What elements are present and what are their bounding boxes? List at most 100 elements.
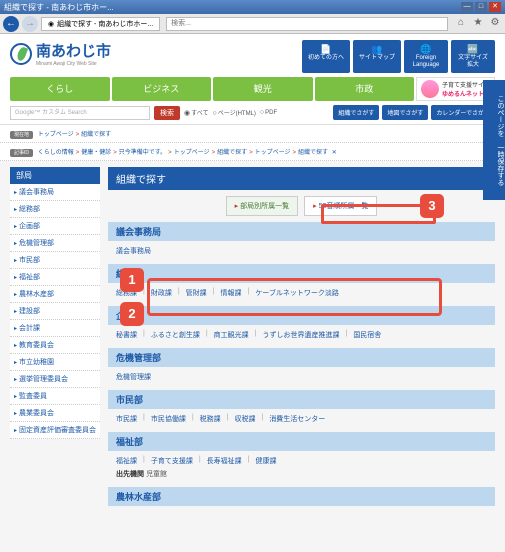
sidebar-heading: 部局 xyxy=(10,167,100,184)
section-body xyxy=(108,509,495,519)
nav-item[interactable]: 市政 xyxy=(315,77,415,101)
nav-item[interactable]: くらし xyxy=(10,77,110,101)
filter-button[interactable]: 部局別所属一覧 xyxy=(226,196,299,216)
section-link[interactable]: 市民協働課 xyxy=(151,414,186,424)
callout-badge-1: 1 xyxy=(120,268,144,292)
section-link[interactable]: 消費生活センター xyxy=(269,414,325,424)
section-link[interactable]: 危機管理課 xyxy=(116,372,151,382)
minimize-button[interactable]: — xyxy=(461,2,473,12)
callout-badge-3: 3 xyxy=(420,194,444,218)
sidebar-item[interactable]: 総務部 xyxy=(10,201,100,218)
nav-item[interactable]: ビジネス xyxy=(112,77,212,101)
section-link[interactable]: 秘書課 xyxy=(116,330,137,340)
maximize-button[interactable]: □ xyxy=(475,2,487,12)
breadcrumb-link[interactable]: トップページ xyxy=(255,150,291,156)
breadcrumb-link[interactable]: トップページ xyxy=(38,132,74,138)
sub-heading: 出先機関 xyxy=(116,471,144,478)
header-button[interactable]: 🔤文字サイズ拡大 xyxy=(451,40,495,73)
section-link[interactable]: 国民宿舎 xyxy=(353,330,381,340)
window-title: 組織で探す - 南あわじ市ホー... xyxy=(4,2,114,13)
section-heading: 企画部 xyxy=(108,306,495,325)
section-link[interactable]: 福祉課 xyxy=(116,456,137,466)
back-button[interactable]: ← xyxy=(3,16,19,32)
window-controls: — □ ✕ xyxy=(461,2,501,12)
section-body: 危機管理課 xyxy=(108,370,495,390)
breadcrumb-link[interactable]: 只今準備中です。 xyxy=(119,150,166,156)
sidebar-item[interactable]: 固定資産評価審査委員会 xyxy=(10,422,100,439)
action-button[interactable]: 地図でさがす xyxy=(382,105,428,120)
breadcrumb-link[interactable]: くらしの情報 xyxy=(38,150,74,156)
section-link[interactable]: ケーブルネットワーク淡路 xyxy=(255,288,339,298)
sidebar-item[interactable]: 議会事務局 xyxy=(10,184,100,201)
sub-link[interactable]: 児童館 xyxy=(146,471,167,478)
section-link[interactable]: うずしお世界遺産推進課 xyxy=(262,330,339,340)
search-radio[interactable]: PDF xyxy=(260,109,277,116)
logo-subtitle: Minami Awaji City Web Site xyxy=(36,61,111,67)
section-body: 市民課|市民協働課|税務課|収税課|消費生活センター xyxy=(108,412,495,432)
sidebar-item[interactable]: 市立幼稚園 xyxy=(10,354,100,371)
site-logo[interactable]: 南あわじ市 Minami Awaji City Web Site xyxy=(10,40,111,67)
breadcrumb-2: 記事ID くらしの情報>健康・健診>只今準備中です。>トップページ>組織で探す>… xyxy=(0,143,505,161)
sidebar-item[interactable]: 市民部 xyxy=(10,252,100,269)
breadcrumb-link[interactable]: トップページ xyxy=(174,150,210,156)
section-heading: 議会事務局 xyxy=(108,222,495,241)
breadcrumb-close-icon[interactable]: ✕ xyxy=(332,150,337,156)
section-link[interactable]: ふるさと創生課 xyxy=(151,330,200,340)
sidebar-item[interactable]: 福祉部 xyxy=(10,269,100,286)
site-search-input[interactable]: Google™ カスタム Search xyxy=(10,106,150,120)
section-body: 福祉課|子育て支援課|長寿福祉課|健康課出先機関 児童館 xyxy=(108,454,495,487)
action-button[interactable]: 組織でさがす xyxy=(333,105,379,120)
sidebar-item[interactable]: 会計課 xyxy=(10,320,100,337)
header-button[interactable]: 👥サイトマップ xyxy=(353,40,401,73)
breadcrumb-link[interactable]: 健康・健診 xyxy=(81,150,111,156)
sidebar-item[interactable]: 農業委員会 xyxy=(10,405,100,422)
logo-mark-icon xyxy=(10,43,32,65)
filter-button[interactable]: 50音順所属一覧 xyxy=(304,196,377,216)
header-button[interactable]: 📄初めての方へ xyxy=(302,40,350,73)
nav-item[interactable]: 観光 xyxy=(213,77,313,101)
section-body: 総務課|財政課|管財課|情報課|ケーブルネットワーク淡路 xyxy=(108,286,495,306)
section-link[interactable]: 議会事務局 xyxy=(116,246,151,256)
breadcrumb-link[interactable]: 組織で探す xyxy=(217,150,247,156)
tab-favicon: ◉ xyxy=(48,20,54,28)
tab-title: 組織で探す - 南あわじ市ホー... xyxy=(57,19,153,29)
breadcrumb-1: 現在地 トップページ>組織で探す xyxy=(0,125,505,143)
sidebar-item[interactable]: 危機管理部 xyxy=(10,235,100,252)
sidebar-item[interactable]: 監査委員 xyxy=(10,388,100,405)
sidebar-item[interactable]: 教育委員会 xyxy=(10,337,100,354)
section-link[interactable]: 管財課 xyxy=(186,288,207,298)
section-link[interactable]: 情報課 xyxy=(220,288,241,298)
breadcrumb-link[interactable]: 組織で探す xyxy=(298,150,328,156)
section-link[interactable]: 商工観光課 xyxy=(214,330,249,340)
favorite-icon[interactable]: ★ xyxy=(471,17,485,31)
forward-button[interactable]: → xyxy=(22,16,38,32)
home-icon[interactable]: ⌂ xyxy=(454,17,468,31)
sidebar-item[interactable]: 農林水産部 xyxy=(10,286,100,303)
section-link[interactable]: 税務課 xyxy=(200,414,221,424)
section-link[interactable]: 子育て支援課 xyxy=(151,456,193,466)
section-link[interactable]: 財政課 xyxy=(151,288,172,298)
breadcrumb-link[interactable]: 組織で探す xyxy=(81,132,111,138)
search-input[interactable] xyxy=(166,17,448,31)
section-link[interactable]: 健康課 xyxy=(255,456,276,466)
section-link[interactable]: 長寿福祉課 xyxy=(207,456,242,466)
section-link[interactable]: 市民課 xyxy=(116,414,137,424)
window-titlebar: 組織で探す - 南あわじ市ホー... — □ ✕ xyxy=(0,0,505,14)
search-radio[interactable]: すべて xyxy=(184,108,208,117)
sidebar-item[interactable]: 企画部 xyxy=(10,218,100,235)
gear-icon[interactable]: ⚙ xyxy=(488,17,502,31)
section-link[interactable]: 収税課 xyxy=(234,414,255,424)
browser-toolbar: ← → ◉ 組織で探す - 南あわじ市ホー... ⌂ ★ ⚙ xyxy=(0,14,505,34)
sidebar-item[interactable]: 選挙管理委員会 xyxy=(10,371,100,388)
sidebar-item[interactable]: 建設部 xyxy=(10,303,100,320)
header-button[interactable]: 🌐ForeignLanguage xyxy=(404,40,448,73)
avatar-icon xyxy=(421,80,439,98)
browser-tab[interactable]: ◉ 組織で探す - 南あわじ市ホー... xyxy=(41,17,160,31)
callout-badge-2: 2 xyxy=(120,302,144,326)
section-body: 秘書課|ふるさと創生課|商工観光課|うずしお世界遺産推進課|国民宿舎 xyxy=(108,328,495,348)
search-radio[interactable]: ページ(HTML) xyxy=(212,108,255,117)
fixed-side-tab[interactable]: このページを 一時保存する xyxy=(483,80,505,200)
search-button[interactable]: 検索 xyxy=(154,106,180,120)
section-heading: 総務部 xyxy=(108,264,495,283)
close-button[interactable]: ✕ xyxy=(489,2,501,12)
